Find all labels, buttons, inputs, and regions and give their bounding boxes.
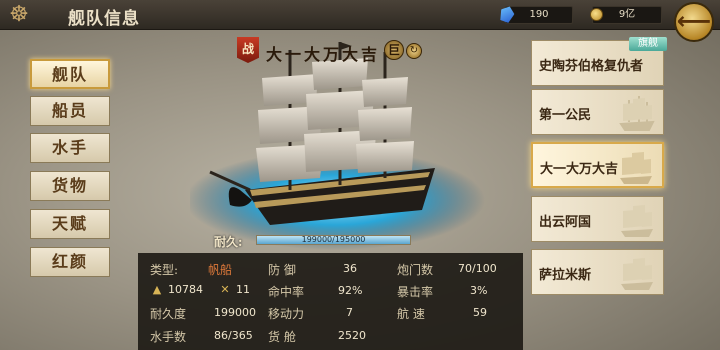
ship-silhouette-icon bbox=[620, 152, 652, 184]
fleet-ship-card[interactable]: 第一公民 bbox=[531, 89, 664, 135]
fleet-ship-card[interactable]: 出云阿国 bbox=[531, 196, 664, 242]
ship-name: 大一大万大吉 bbox=[266, 45, 381, 64]
type-label: 类型: bbox=[150, 263, 179, 277]
tab-talent[interactable]: 天赋 bbox=[30, 209, 110, 239]
cargo-hold-value: 2520 bbox=[338, 329, 366, 342]
defense-label: 防 御 bbox=[268, 263, 296, 277]
coin-icon bbox=[590, 8, 603, 21]
durability-stat-value: 199000 bbox=[214, 306, 256, 319]
ship-silhouette-icon bbox=[621, 205, 653, 237]
cannon-ports-label: 炮门数 bbox=[397, 263, 434, 277]
mobility-label: 移动力 bbox=[268, 307, 305, 321]
fleet-ship-name: 第一公民 bbox=[539, 108, 592, 123]
battle-badge: 战 bbox=[237, 37, 259, 63]
fleet-info-screen: ☸ 舰队信息 190 9亿 ⟵ 舰队 船员 水手 货物 天赋 红颜 战 大一大万… bbox=[0, 0, 720, 350]
sailors-label: 水手数 bbox=[150, 330, 187, 344]
speed-label: 航 速 bbox=[397, 307, 425, 321]
hit-rate-label: 命中率 bbox=[268, 285, 305, 299]
ship-wheel-icon[interactable]: ☸ bbox=[4, 0, 34, 30]
flagship-badge: 旗舰 bbox=[629, 37, 667, 51]
fleet-ship-name: 出云阿国 bbox=[539, 215, 592, 230]
speed-value: 59 bbox=[473, 306, 487, 319]
tab-cargo[interactable]: 货物 bbox=[30, 171, 110, 201]
tab-crew[interactable]: 船员 bbox=[30, 96, 110, 126]
page-title: 舰队信息 bbox=[68, 9, 140, 29]
crit-rate-label: 暴击率 bbox=[397, 285, 434, 299]
durability-stat-label: 耐久度 bbox=[150, 307, 187, 321]
rename-icon[interactable]: ↻ bbox=[406, 43, 422, 59]
ship-silhouette-icon bbox=[619, 96, 655, 131]
fleet-ship-card[interactable]: 萨拉米斯 bbox=[531, 249, 664, 295]
cannon-ports-value: 70/100 bbox=[458, 262, 497, 275]
back-button[interactable]: ⟵ bbox=[674, 2, 714, 42]
crossed-swords-icon: ✕ bbox=[220, 283, 230, 296]
ship-rank-badge: 巨 bbox=[384, 40, 404, 60]
power-value: 10784 bbox=[168, 283, 203, 296]
type-value: 帆船 bbox=[208, 263, 233, 277]
mobility-value: 7 bbox=[346, 306, 353, 319]
crossed-value: 11 bbox=[236, 283, 250, 296]
ship-silhouette-icon bbox=[621, 258, 653, 290]
ship-illustration bbox=[190, 42, 485, 250]
fleet-ship-card-selected[interactable]: 大一大万大吉 bbox=[531, 142, 664, 188]
fleet-ship-name: 史陶芬伯格复仇者 bbox=[539, 59, 644, 74]
sailors-value: 86/365 bbox=[214, 329, 253, 342]
gem-counter: 190 bbox=[505, 6, 573, 24]
tab-fleet[interactable]: 舰队 bbox=[30, 59, 110, 89]
fleet-ship-name: 大一大万大吉 bbox=[540, 162, 619, 177]
stats-panel: 类型: 帆船 ▲ 10784 ✕ 11 耐久度 199000 水手数 86/36… bbox=[138, 253, 523, 350]
tab-sailors[interactable]: 水手 bbox=[30, 133, 110, 163]
crit-rate-value: 3% bbox=[470, 284, 488, 297]
hit-rate-value: 92% bbox=[338, 284, 363, 297]
fleet-ship-card[interactable]: 史陶芬伯格复仇者 旗舰 bbox=[531, 37, 667, 86]
defense-value: 36 bbox=[343, 262, 357, 275]
durability-label: 耐久: bbox=[214, 235, 243, 249]
tab-beauty[interactable]: 红颜 bbox=[30, 247, 110, 277]
cannon-icon: ▲ bbox=[152, 283, 162, 296]
durability-value: 199000/195000 bbox=[301, 235, 366, 244]
fleet-ship-name: 萨拉米斯 bbox=[539, 268, 592, 283]
cargo-hold-label: 货 舱 bbox=[268, 330, 296, 344]
